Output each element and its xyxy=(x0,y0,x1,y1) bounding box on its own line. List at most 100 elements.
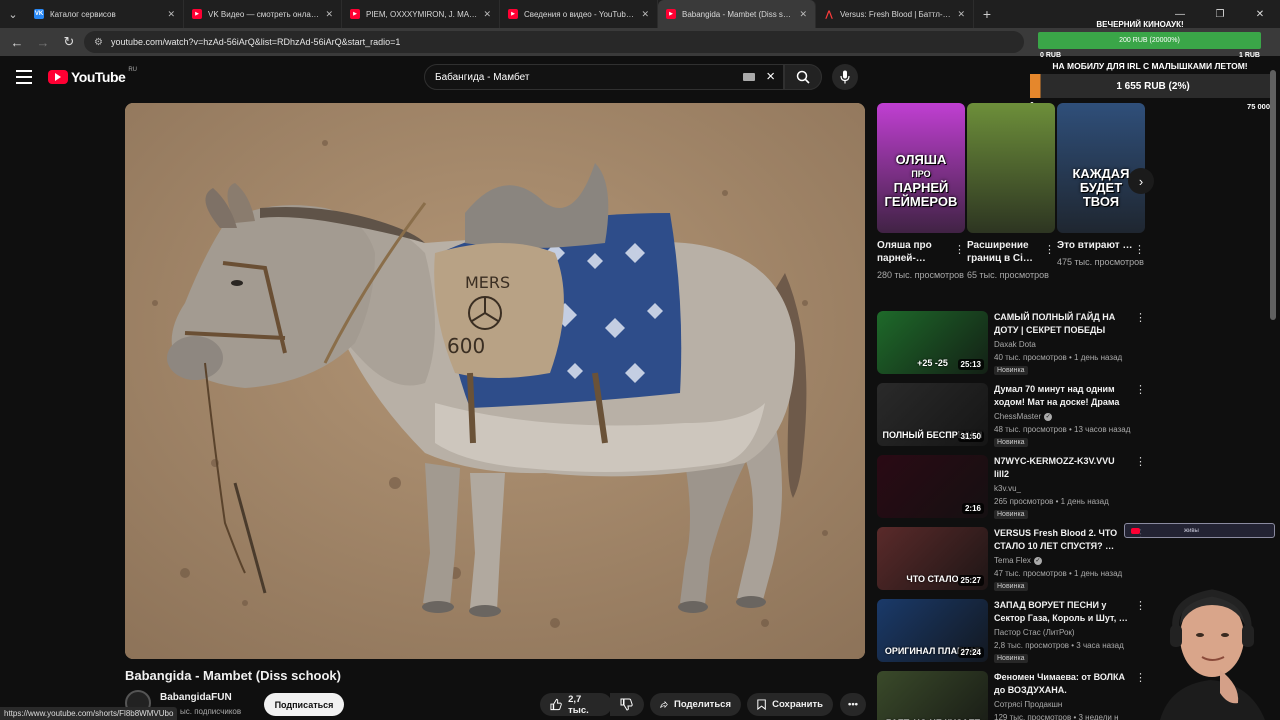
share-button[interactable]: Поделиться xyxy=(650,693,741,716)
streamer-webcam xyxy=(1150,575,1280,720)
recommended-video[interactable]: ЛАЕТ, НО НЕ КУСАЕТФеномен Чимаева: от ВО… xyxy=(877,671,1147,720)
video-title[interactable]: САМЫЙ ПОЛНЫЙ ГАЙД НА ДОТУ | СЕКРЕТ ПОБЕД… xyxy=(994,311,1130,337)
short-thumbnail[interactable] xyxy=(967,103,1055,233)
close-tab-icon[interactable]: ✕ xyxy=(167,9,175,20)
like-count: 2,7 тыс. xyxy=(568,693,589,716)
bookmark-icon xyxy=(757,699,766,711)
site-info-icon[interactable]: ⚙ xyxy=(94,37,103,48)
recommended-video[interactable]: ОРИГИНАЛ ПЛАГИАТ 27:24 ЗАПАД ВОРУЕТ ПЕСНИ … xyxy=(877,599,1147,665)
short-views: 280 тыс. просмотров xyxy=(877,270,964,280)
short-title[interactable]: Расширение границ в Ci… xyxy=(967,239,1043,265)
recommended-video[interactable]: 2:16 N7WYC-KERMOZZ-K3V.VVU lill2 k3v.vu_ 26… xyxy=(877,455,1147,521)
youtube-logo[interactable]: YouTube RU xyxy=(48,67,137,85)
vk-favicon-icon: VK xyxy=(34,9,44,19)
video-thumbnail[interactable]: 2:16 xyxy=(877,455,988,518)
video-duration: 31:50 xyxy=(957,431,984,442)
video-channel[interactable]: Сотрясi Продакшн xyxy=(994,700,1062,709)
video-channel[interactable]: Пастор Стас (ЛитРок) xyxy=(994,628,1075,637)
dislike-button[interactable] xyxy=(610,693,644,716)
youtube-logo-text: YouTube xyxy=(71,69,126,85)
browser-tab[interactable]: ▶ Сведения о видео - YouTube S ✕ xyxy=(500,0,658,28)
video-title[interactable]: VERSUS Fresh Blood 2. ЧТО СТАЛО 10 ЛЕТ С… xyxy=(994,527,1130,553)
address-bar[interactable]: ⚙ youtube.com/watch?v=hzAd-56iArQ&list=R… xyxy=(84,31,1024,53)
like-button[interactable]: 2,7 тыс. xyxy=(540,693,612,716)
video-thumbnail[interactable]: ЧТО СТАЛО 25:27 xyxy=(877,527,988,590)
video-thumbnail[interactable]: ПОЛНЫЙ БЕСПРЕДЕЛ 31:50 xyxy=(877,383,988,446)
tab-search-button[interactable]: ⌄ xyxy=(0,0,26,28)
video-menu-icon[interactable]: ⋮ xyxy=(1135,599,1146,612)
short-card[interactable]: Расширение границ в Ci… 65 тыс. просмотро… xyxy=(967,103,1055,282)
save-button[interactable]: Сохранить xyxy=(747,693,833,716)
new-badge: Новинка xyxy=(994,510,1028,519)
browser-tab[interactable]: VK Каталог сервисов ✕ xyxy=(26,0,184,28)
recommended-video[interactable]: ПОЛНЫЙ БЕСПРЕДЕЛ 31:50 Думал 70 минут над … xyxy=(877,383,1147,449)
live-pill-text: живы xyxy=(1184,527,1199,534)
video-title: Babangida - Mambet (Diss schook) xyxy=(125,668,341,683)
close-tab-icon[interactable]: ✕ xyxy=(325,9,333,20)
subscriber-count: ыс. подписчиков xyxy=(180,707,242,716)
clear-search-icon[interactable]: × xyxy=(766,68,775,85)
video-channel[interactable]: k3v.vu_ xyxy=(994,484,1021,493)
youtube-favicon-icon: ▶ xyxy=(192,9,202,19)
subscribe-button[interactable]: Подписаться xyxy=(264,693,344,716)
video-thumbnail[interactable]: ЛАЕТ, НО НЕ КУСАЕТ xyxy=(877,671,988,720)
short-menu-icon[interactable]: ⋮ xyxy=(1134,243,1145,256)
forward-button[interactable]: → xyxy=(32,31,54,53)
video-player[interactable]: MERS 600 xyxy=(125,103,865,659)
channel-name[interactable]: BabangidaFUN xyxy=(160,692,232,703)
video-meta: 265 просмотров • 1 день назад xyxy=(994,497,1109,506)
search-button[interactable] xyxy=(784,64,822,90)
channel-name: Daxak Dota xyxy=(994,340,1036,349)
browser-tab[interactable]: ▶ Babangida - Mambet (Diss schoo ✕ xyxy=(658,0,816,28)
recommended-video[interactable]: ЧТО СТАЛО 25:27 VERSUS Fresh Blood 2. ЧТО … xyxy=(877,527,1147,593)
close-tab-icon[interactable]: ✕ xyxy=(957,9,965,20)
browser-tab[interactable]: ▶ PIEM, OXXXYMIRON, J. MAKONI ✕ xyxy=(342,0,500,28)
new-tab-button[interactable]: + xyxy=(974,0,1000,28)
short-thumbnail[interactable]: КАЖДАЯ БУДЕТ ТВОЯ xyxy=(1057,103,1145,233)
donation-header: ВЕЧЕРНИЙ КИНОАУК! xyxy=(1096,20,1184,29)
voice-search-button[interactable] xyxy=(832,64,858,90)
video-menu-icon[interactable]: ⋮ xyxy=(1135,311,1146,324)
video-title[interactable]: Думал 70 минут над одним ходом! Мат на д… xyxy=(994,383,1130,409)
thumbs-up-icon xyxy=(550,698,562,711)
channel-name: ChessMaster xyxy=(994,412,1042,421)
keyboard-icon[interactable] xyxy=(743,73,755,81)
reload-button[interactable]: ↻ xyxy=(58,31,80,53)
video-title[interactable]: N7WYC-KERMOZZ-K3V.VVU lill2 xyxy=(994,455,1130,481)
search-input[interactable]: Бабангида - Мамбет × xyxy=(424,64,784,90)
goal-title: НА МОБИЛУ ДЛЯ IRL С МАЛЫШКАМИ ЛЕТОМ! xyxy=(1052,61,1248,71)
video-menu-icon[interactable]: ⋮ xyxy=(1135,455,1146,468)
video-thumbnail[interactable]: +25 -25 25:13 xyxy=(877,311,988,374)
close-tab-icon[interactable]: ✕ xyxy=(641,9,649,20)
more-actions-button[interactable]: ••• xyxy=(840,693,866,716)
search-icon xyxy=(796,70,810,84)
video-channel[interactable]: Daxak Dota xyxy=(994,340,1036,349)
video-title[interactable]: Феномен Чимаева: от ВОЛКА до ВОЗДУХАНА. xyxy=(994,671,1130,697)
back-button[interactable]: ← xyxy=(6,31,28,53)
short-menu-icon[interactable]: ⋮ xyxy=(954,243,965,256)
video-thumbnail[interactable]: ОРИГИНАЛ ПЛАГИАТ 27:24 xyxy=(877,599,988,662)
short-menu-icon[interactable]: ⋮ xyxy=(1044,243,1055,256)
page-scrollbar[interactable] xyxy=(1270,70,1276,320)
short-card[interactable]: ОЛЯША ПРО ПАРНЕЙ ГЕЙМЕРОВ Оляша про парней-…… xyxy=(877,103,965,282)
menu-icon[interactable] xyxy=(14,68,34,86)
donation-progress-bar: 200 RUB (20000%) xyxy=(1038,32,1261,49)
video-meta: 2,8 тыс. просмотров • 3 часа назад xyxy=(994,641,1124,650)
video-duration: 25:13 xyxy=(957,359,984,370)
short-thumbnail[interactable]: ОЛЯША ПРО ПАРНЕЙ ГЕЙМЕРОВ xyxy=(877,103,965,233)
video-menu-icon[interactable]: ⋮ xyxy=(1135,671,1146,684)
browser-tab[interactable]: ⋀ Versus: Fresh Blood | Баттл-рэп ✕ xyxy=(816,0,974,28)
video-title[interactable]: ЗАПАД ВОРУЕТ ПЕСНИ у Сектор Газа, Король… xyxy=(994,599,1130,625)
channel-name: Tema Flex xyxy=(994,556,1031,565)
video-channel[interactable]: Tema Flex ✓ xyxy=(994,556,1042,565)
close-tab-icon[interactable]: ✕ xyxy=(483,9,491,20)
video-channel[interactable]: ChessMaster ✓ xyxy=(994,412,1053,421)
video-menu-icon[interactable]: ⋮ xyxy=(1135,383,1146,396)
short-title[interactable]: Оляша про парней-… xyxy=(877,239,953,265)
youtube-play-icon xyxy=(48,70,68,84)
close-tab-icon[interactable]: ✕ xyxy=(799,9,807,20)
recommended-video[interactable]: +25 -25 25:13 САМЫЙ ПОЛНЫЙ ГАЙД НА ДОТУ | … xyxy=(877,311,1147,377)
shorts-next-button[interactable]: › xyxy=(1128,168,1154,194)
browser-tab[interactable]: ▶ VK Видео — смотреть онлайн ✕ xyxy=(184,0,342,28)
short-title[interactable]: Это втирают … xyxy=(1057,239,1133,252)
